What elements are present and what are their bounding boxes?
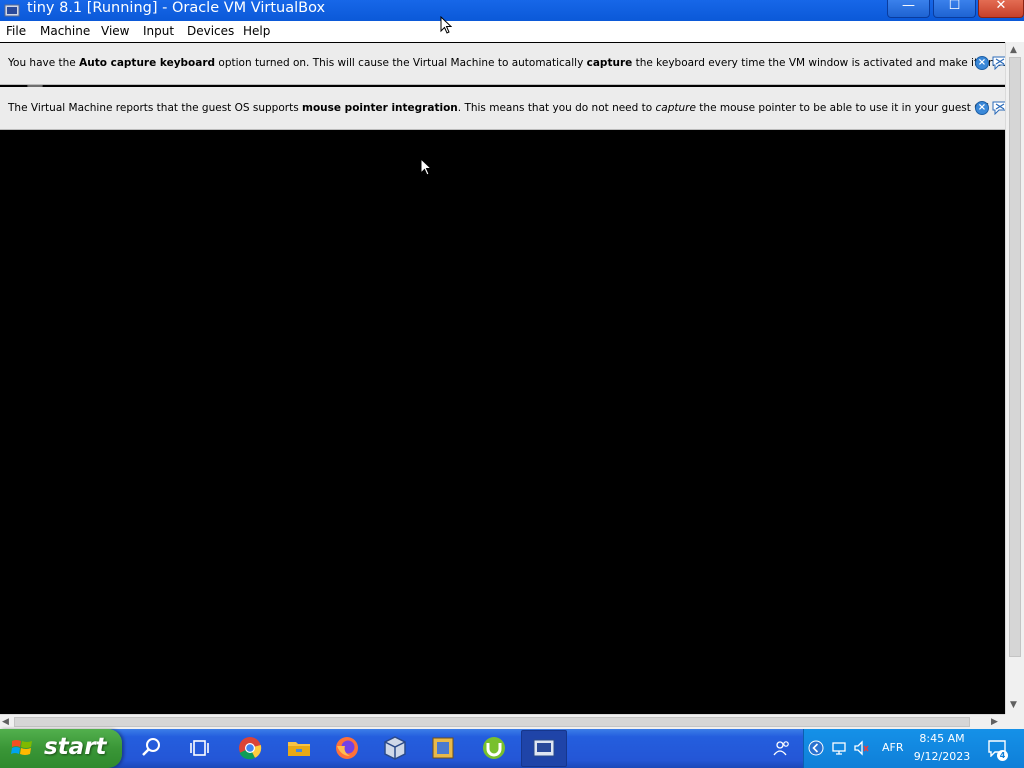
menu-view[interactable]: View: [101, 24, 129, 39]
notification-text: The Virtual Machine reports that the gue…: [8, 102, 1005, 115]
chrome-icon[interactable]: [236, 734, 264, 762]
notification-text-run: option turned on. This will cause the Vi…: [215, 57, 587, 69]
taskbar: start AFR 8:45 AM 9/12/2023 4: [0, 729, 1024, 768]
speech-bubble-mute-icon[interactable]: [992, 101, 1005, 115]
scroll-right-arrow-icon[interactable]: ▶: [991, 717, 998, 727]
clock-time[interactable]: 8:45 AM: [917, 731, 967, 746]
vertical-scrollbar[interactable]: ▲ ▼: [1005, 42, 1024, 714]
notification-text-run: capture: [655, 102, 696, 114]
file-explorer-icon[interactable]: [285, 734, 313, 762]
mouse-pointer-icon: [440, 16, 452, 34]
notepad-app-icon[interactable]: [429, 734, 457, 762]
input-language[interactable]: AFR: [882, 741, 904, 754]
notification-text: You have the Auto capture keyboard optio…: [8, 57, 1005, 70]
notification-text-run: . This means that you do not need to: [457, 102, 656, 114]
scroll-up-arrow-icon[interactable]: ▲: [1010, 45, 1017, 55]
firefox-icon[interactable]: [333, 734, 361, 762]
virtualbox-icon[interactable]: [381, 734, 409, 762]
search-icon[interactable]: [137, 734, 165, 762]
scroll-down-arrow-icon[interactable]: ▼: [1010, 700, 1017, 710]
people-icon[interactable]: [773, 740, 791, 756]
notification-text-run: the mouse pointer to be able to use it i…: [699, 102, 1005, 114]
speaker-muted-icon[interactable]: [853, 740, 871, 756]
menu-machine[interactable]: Machine: [40, 24, 90, 39]
title-bar[interactable]: tiny 8.1 [Running] - Oracle VM VirtualBo…: [0, 0, 1024, 21]
notification-auto-capture: You have the Auto capture keyboard optio…: [0, 43, 1005, 85]
utorrent-icon[interactable]: [480, 734, 508, 762]
window-title: tiny 8.1 [Running] - Oracle VM VirtualBo…: [27, 0, 326, 16]
virtualbox-app-icon: [4, 4, 20, 17]
notification-text-run: capture: [586, 57, 633, 69]
vm-display[interactable]: You have the Auto capture keyboard optio…: [0, 42, 1005, 714]
maximize-button[interactable]: ☐: [933, 0, 976, 18]
show-hidden-icons-icon[interactable]: [808, 740, 824, 756]
notification-text-run: the keyboard every time the VM window is…: [635, 57, 1005, 69]
menu-input[interactable]: Input: [143, 24, 174, 39]
start-label: start: [44, 734, 107, 760]
menu-help[interactable]: Help: [243, 24, 270, 39]
vm-window-icon: [533, 739, 555, 757]
notification-mouse-integration: The Virtual Machine reports that the gue…: [0, 87, 1005, 130]
task-view-icon[interactable]: [185, 734, 213, 762]
scrollbar-corner: [1005, 714, 1024, 729]
speech-bubble-mute-icon[interactable]: [992, 56, 1005, 70]
close-notification-button[interactable]: ×: [975, 56, 989, 70]
notification-text-run: mouse pointer integration: [302, 102, 458, 114]
notification-text-run: Auto capture keyboard: [79, 57, 216, 69]
mouse-pointer-icon: [420, 158, 432, 176]
notification-text-run: You have the: [8, 57, 80, 69]
notification-text-run: The Virtual Machine reports that the gue…: [8, 102, 303, 114]
menu-file[interactable]: File: [6, 24, 26, 39]
close-circle-icon: ×: [977, 102, 987, 113]
horizontal-scrollbar[interactable]: ◀ ▶: [0, 714, 1005, 729]
horizontal-scroll-thumb[interactable]: [14, 717, 970, 727]
start-button[interactable]: start: [0, 729, 122, 768]
close-button[interactable]: ✕: [978, 0, 1024, 18]
menu-bar: File Machine View Input Devices Help: [0, 21, 1024, 43]
menu-devices[interactable]: Devices: [187, 24, 234, 39]
taskbar-active-window[interactable]: [521, 730, 567, 767]
scroll-left-arrow-icon[interactable]: ◀: [2, 717, 9, 727]
vertical-scroll-thumb[interactable]: [1009, 57, 1021, 657]
close-circle-icon: ×: [977, 57, 987, 68]
notification-count-badge: 4: [997, 750, 1008, 761]
minimize-button[interactable]: —: [887, 0, 930, 18]
system-tray: AFR 8:45 AM 9/12/2023 4: [773, 729, 1024, 768]
windows-logo-icon: [11, 740, 32, 755]
clock-date[interactable]: 9/12/2023: [912, 749, 972, 764]
close-notification-button[interactable]: ×: [975, 101, 989, 115]
network-icon[interactable]: [831, 740, 847, 756]
